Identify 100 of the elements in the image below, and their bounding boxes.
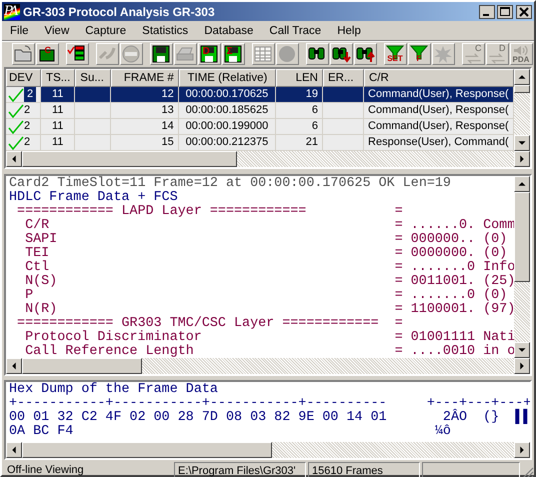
decode-label: C/R	[24, 219, 50, 233]
speaker-icon	[513, 44, 529, 56]
table-cell: 00:00:00.170625	[178, 87, 276, 102]
resize-grip-icon[interactable]	[522, 467, 534, 477]
menu-item[interactable]: Capture	[79, 24, 132, 36]
column-header[interactable]: ER...	[322, 69, 364, 87]
decode-label: P	[24, 289, 34, 303]
table-cell: 14	[110, 119, 179, 134]
decode-label: Card2 TimeSlot=11 Frame=12 at 00:00:00.170625 OK Len=19	[9, 177, 451, 191]
table-cell: Command(User), Response(	[364, 87, 514, 102]
maximize-button[interactable]	[497, 4, 513, 18]
decode-label: ============ LAPD Layer ============	[16, 205, 308, 219]
scroll-thumb[interactable]	[22, 358, 142, 374]
toolbar-button[interactable]	[354, 43, 376, 65]
toolbar-button[interactable]	[330, 43, 352, 65]
decode-value: = 0000000. (0)	[394, 247, 508, 261]
table-cell: 12	[110, 87, 179, 102]
star-icon	[433, 44, 453, 64]
menu-item[interactable]: Statistics	[136, 24, 194, 36]
toolbar-button[interactable]	[306, 43, 328, 65]
decode-value: = 0011001. (25)	[394, 275, 514, 289]
decode-label: N(R)	[24, 303, 58, 317]
no-entry-icon	[121, 44, 141, 64]
scroll-down-button[interactable]	[514, 342, 530, 358]
table-cell: 00:00:00.199000	[178, 119, 276, 134]
decode-value: = .......0 (0)	[394, 289, 508, 303]
table-row[interactable]: 2 11 13 00:00:00.185625 6 Command(User), Response(	[6, 103, 514, 119]
table-cell: 6	[276, 119, 323, 134]
menu-item[interactable]: Call Trace	[263, 24, 328, 36]
scroll-right-button[interactable]	[514, 358, 530, 374]
table-cell: 13	[110, 103, 179, 118]
scroll-left-button[interactable]	[6, 358, 22, 374]
scroll-right-button[interactable]	[514, 442, 530, 458]
arrows-icon	[463, 53, 483, 64]
menu-item[interactable]: View	[38, 24, 76, 36]
scroll-thumb[interactable]	[514, 192, 530, 282]
scroll-left-button[interactable]	[6, 151, 22, 167]
decode-label: HDLC Frame Data + FCS	[9, 191, 178, 205]
scroll-thumb[interactable]	[22, 151, 237, 167]
status-text: 15610 Frames	[308, 462, 420, 477]
table-cell: 19	[276, 87, 323, 102]
column-header[interactable]: Su...	[75, 69, 111, 87]
status-text: Off-line Viewing	[6, 463, 85, 477]
table-cell: 2	[24, 87, 36, 102]
decode-label: ============ GR303 TMC/CSC Layer ============	[16, 317, 380, 331]
table-row[interactable]: 2 11 14 00:00:00.199000 6 Command(User), Response(	[6, 119, 514, 135]
table-cell: 00:00:00.212375	[178, 135, 276, 150]
minimize-button[interactable]	[479, 4, 495, 18]
scrollbar[interactable]	[6, 442, 530, 458]
table-cell: 15	[110, 135, 179, 150]
decode-label: SAPI	[24, 233, 58, 247]
hex-bytes: +-----------+-----------+-----------+----------	[9, 397, 388, 411]
scroll-left-button[interactable]	[6, 442, 22, 458]
toolbar-button[interactable]	[66, 43, 88, 65]
grid-icon	[253, 44, 273, 64]
column-header[interactable]: C/R	[364, 69, 514, 87]
toolbar-button[interactable]	[12, 43, 34, 65]
arrows-icon	[487, 53, 507, 64]
decode-label: TEI	[24, 247, 50, 261]
column-header[interactable]: FRAME #	[110, 69, 179, 87]
table-cell: 11	[41, 103, 76, 118]
table-cell: 2	[24, 103, 30, 118]
table-cell: 21	[276, 135, 323, 150]
menu-item[interactable]: File	[4, 24, 35, 36]
column-header[interactable]: TIME (Relative)	[178, 69, 276, 87]
ascii-text: 2ÂO (} ▌▌	[442, 411, 530, 425]
scroll-down-button[interactable]	[514, 135, 530, 151]
scrollbar[interactable]	[514, 176, 530, 358]
column-header[interactable]: DEV	[6, 69, 42, 87]
decode-value: = 000000.. (0)	[394, 233, 508, 247]
scroll-up-button[interactable]	[514, 69, 530, 85]
circle-icon	[277, 44, 297, 64]
scroll-thumb[interactable]	[514, 85, 530, 93]
decode-label: Protocol Discriminator	[24, 331, 203, 345]
decode-value: = ....0010 in o	[394, 345, 514, 358]
decode-value: =	[394, 205, 403, 219]
decode-label: Ctl	[24, 261, 50, 275]
decode-label: Call Reference Length	[24, 345, 195, 358]
toolbar-button[interactable]	[150, 43, 172, 65]
decode-value: = 1100001. (97)	[394, 303, 514, 317]
scrollbar[interactable]	[6, 151, 530, 167]
scroll-thumb[interactable]	[22, 442, 272, 458]
column-header[interactable]: LEN	[276, 69, 323, 87]
menu-item[interactable]: Database	[198, 24, 260, 36]
hex-bytes: 00 01 32 C2 4F 02 00 28 7D 08 03 82 9E 00 14 01	[9, 411, 388, 425]
column-header[interactable]: TS...	[41, 69, 76, 87]
scroll-right-button[interactable]	[514, 151, 530, 167]
table-row[interactable]: 2 11 12 00:00:00.170625 19 Command(User), Response(	[6, 87, 514, 103]
table-cell: 11	[41, 87, 76, 102]
menu-item[interactable]: Help	[331, 24, 367, 36]
status-text: E:\Program Files\Gr303'	[174, 462, 306, 477]
table-cell: 00:00:00.185625	[178, 103, 276, 118]
close-button[interactable]	[516, 4, 532, 18]
decode-value: =	[394, 317, 403, 331]
folder-icon	[13, 44, 33, 64]
scrollbar[interactable]	[514, 69, 530, 151]
scroll-up-button[interactable]	[514, 176, 530, 192]
toolbar-button[interactable]: SET	[384, 43, 406, 65]
window-title: GR-303 Protocol Analysis GR-303	[23, 4, 216, 18]
scrollbar[interactable]	[6, 358, 530, 374]
